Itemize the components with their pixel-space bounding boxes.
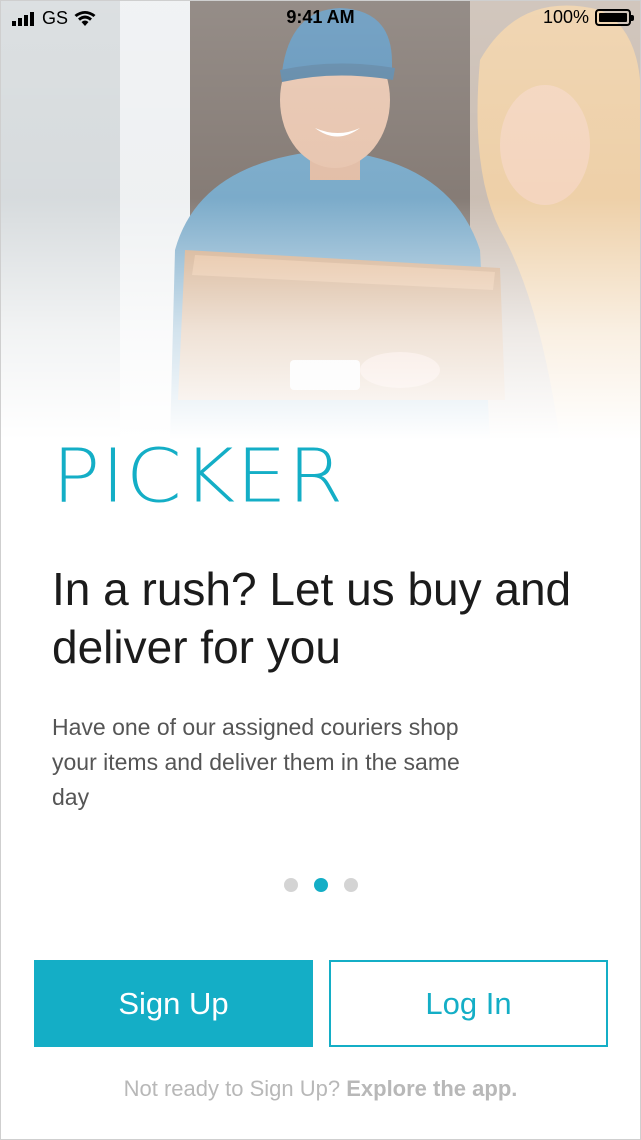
battery-icon bbox=[595, 9, 634, 26]
page-dot-1[interactable] bbox=[283, 878, 298, 892]
explore-app-link[interactable]: Explore the app. bbox=[346, 1076, 517, 1101]
status-bar-right: 100% bbox=[542, 7, 634, 28]
page-indicator bbox=[0, 878, 641, 892]
page-dot-2-active[interactable] bbox=[313, 878, 328, 892]
battery-percentage: 100% bbox=[542, 7, 589, 27]
auth-button-row: Sign Up Log In bbox=[34, 960, 608, 1047]
onboarding-description: Have one of our assigned couriers shop y… bbox=[52, 714, 460, 810]
hero-image bbox=[0, 0, 641, 440]
log-in-button[interactable]: Log In bbox=[329, 960, 608, 1047]
battery-fill bbox=[599, 13, 627, 22]
explore-footer: Not ready to Sign Up? Explore the app. bbox=[0, 1076, 641, 1102]
hero-fade-overlay bbox=[0, 0, 641, 440]
status-bar: GS 9:41 AM 100% bbox=[0, 0, 641, 36]
onboarding-headline: In a rush? Let us buy and deliver for yo… bbox=[52, 563, 572, 673]
explore-prompt: Not ready to Sign Up? bbox=[123, 1076, 341, 1101]
sign-up-button[interactable]: Sign Up bbox=[34, 960, 313, 1047]
onboarding-screen: GS 9:41 AM 100% PICKER In a rush? Let us… bbox=[0, 0, 641, 1140]
page-dot-3[interactable] bbox=[343, 878, 358, 892]
brand-logo: PICKER bbox=[52, 433, 345, 520]
